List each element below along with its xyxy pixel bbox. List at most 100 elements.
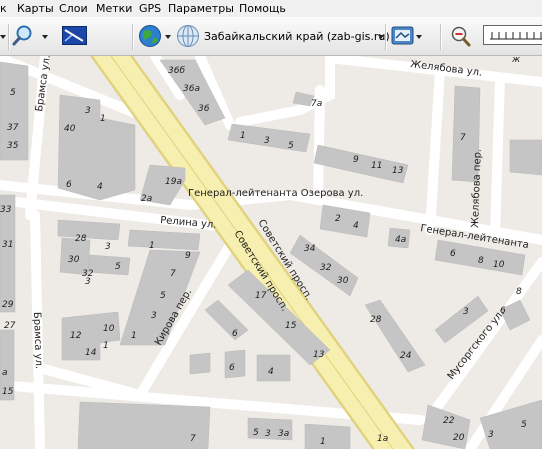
house-number: 1 bbox=[103, 341, 109, 351]
house-number: 9 bbox=[353, 155, 359, 165]
menu-item-help[interactable]: Помощь bbox=[239, 2, 286, 15]
house-number: 11 bbox=[371, 161, 382, 171]
house-number: 32 bbox=[320, 263, 332, 273]
house-number: 30 bbox=[337, 276, 349, 286]
map-view-icon[interactable] bbox=[62, 26, 88, 46]
building bbox=[509, 139, 542, 176]
house-number: 5 bbox=[115, 262, 121, 272]
house-number: 1 bbox=[131, 331, 137, 341]
house-number: 6 bbox=[500, 306, 506, 316]
building bbox=[87, 254, 131, 276]
chevron-down-icon[interactable] bbox=[165, 35, 171, 39]
toolbar-separator bbox=[132, 24, 134, 50]
house-number: 3 bbox=[151, 311, 157, 321]
house-number: 5 bbox=[253, 428, 259, 438]
map-source-label[interactable]: Забайкальский край (zab-gis.ru) bbox=[204, 30, 390, 43]
menu-item-partial[interactable]: к bbox=[0, 2, 7, 15]
house-number: 34 bbox=[304, 244, 316, 254]
house-number: 19a bbox=[165, 177, 182, 187]
house-number: 28 bbox=[370, 315, 382, 325]
chevron-down-icon[interactable] bbox=[416, 35, 422, 39]
chevron-down-icon[interactable] bbox=[0, 35, 6, 39]
menu-item-layers[interactable]: Слои bbox=[59, 2, 88, 15]
house-number: 1 bbox=[240, 131, 246, 141]
house-number: 20 bbox=[453, 433, 465, 443]
house-number: 12 bbox=[70, 331, 82, 341]
scale-bar-icon bbox=[490, 32, 542, 40]
zoom-out-icon[interactable] bbox=[448, 24, 472, 48]
house-number: 3 bbox=[265, 429, 271, 439]
web-source-icon[interactable] bbox=[176, 24, 200, 48]
house-number: 22 bbox=[443, 416, 455, 426]
house-number: 36б bbox=[168, 66, 185, 76]
menu-bar: к Карты Слои Метки GPS Параметры Помощь bbox=[0, 0, 542, 17]
map-view[interactable]: Желябова ул. Брамса ул. Брамса ул. Генер… bbox=[0, 56, 542, 449]
house-number: 3 bbox=[463, 307, 469, 317]
house-number: 3 bbox=[85, 106, 91, 116]
house-number: 7 bbox=[190, 434, 196, 444]
house-number: 33 bbox=[0, 205, 12, 215]
house-number: 4 bbox=[97, 182, 103, 192]
house-number: 4 bbox=[268, 367, 274, 377]
menu-item-settings[interactable]: Параметры bbox=[168, 2, 234, 15]
street-label: Генерал-лейтенанта Озерова ул. bbox=[188, 188, 363, 199]
house-number: 7a bbox=[311, 99, 322, 109]
house-number: 37 bbox=[7, 123, 19, 133]
house-number: 17 bbox=[255, 291, 267, 301]
house-number: 31 bbox=[2, 240, 13, 250]
house-number: 24 bbox=[400, 351, 412, 361]
house-number: 3 bbox=[85, 277, 91, 287]
house-number: 3 bbox=[264, 136, 270, 146]
house-number: 5 bbox=[288, 141, 294, 151]
house-number: 13 bbox=[392, 166, 404, 176]
toolbar: Забайкальский край (zab-gis.ru) bbox=[0, 17, 542, 56]
house-number: 2a bbox=[141, 194, 152, 204]
street-label: Брамса ул. bbox=[31, 312, 44, 370]
house-number: 15 bbox=[2, 387, 14, 397]
house-number: 1 bbox=[100, 114, 106, 124]
menu-item-marks[interactable]: Метки bbox=[96, 2, 132, 15]
toolbar-separator bbox=[8, 24, 10, 50]
house-number: 6 bbox=[450, 249, 456, 259]
menu-item-gps[interactable]: GPS bbox=[139, 2, 161, 15]
house-number: 5 bbox=[521, 420, 527, 430]
menu-item-maps[interactable]: Карты bbox=[17, 2, 54, 15]
house-number: 1 bbox=[320, 437, 326, 447]
toolbar-separator bbox=[385, 24, 387, 50]
house-number: 10 bbox=[493, 260, 505, 270]
map-canvas[interactable]: Желябова ул. Брамса ул. Брамса ул. Генер… bbox=[0, 56, 542, 449]
building bbox=[304, 423, 351, 449]
house-number: 29 bbox=[2, 300, 14, 310]
house-number: 36a bbox=[183, 84, 200, 94]
house-number: 6 bbox=[66, 180, 72, 190]
house-number: ж bbox=[511, 56, 521, 65]
house-number: 40 bbox=[64, 124, 76, 134]
house-number: 15 bbox=[285, 321, 297, 331]
house-number: а bbox=[2, 368, 8, 378]
house-number: 5 bbox=[160, 291, 166, 301]
house-number: 7 bbox=[460, 133, 466, 143]
chevron-down-icon[interactable] bbox=[378, 35, 384, 39]
house-number: 7 bbox=[170, 269, 176, 279]
search-icon[interactable] bbox=[12, 23, 38, 49]
layers-icon[interactable] bbox=[391, 25, 415, 47]
house-number: 14 bbox=[85, 348, 97, 358]
house-number: 35 bbox=[7, 141, 19, 151]
house-number: 2 bbox=[335, 214, 341, 224]
house-number: 8 bbox=[516, 287, 522, 297]
house-number: 4a bbox=[395, 235, 406, 245]
house-number: 6 bbox=[229, 363, 235, 373]
house-number: 13 bbox=[313, 350, 325, 360]
house-number: 4 bbox=[353, 221, 359, 231]
house-number: 9 bbox=[185, 251, 191, 261]
house-number: 27 bbox=[4, 321, 16, 331]
house-number: 1a bbox=[377, 434, 388, 444]
house-number: 30 bbox=[68, 255, 80, 265]
house-number: 3 bbox=[488, 430, 494, 440]
zoom-scale-control[interactable] bbox=[483, 25, 542, 45]
globe-icon[interactable] bbox=[138, 24, 162, 48]
chevron-down-icon[interactable] bbox=[42, 35, 48, 39]
house-number: 10 bbox=[103, 324, 115, 334]
house-number: 6 bbox=[232, 329, 238, 339]
house-number: 3 bbox=[105, 242, 111, 252]
